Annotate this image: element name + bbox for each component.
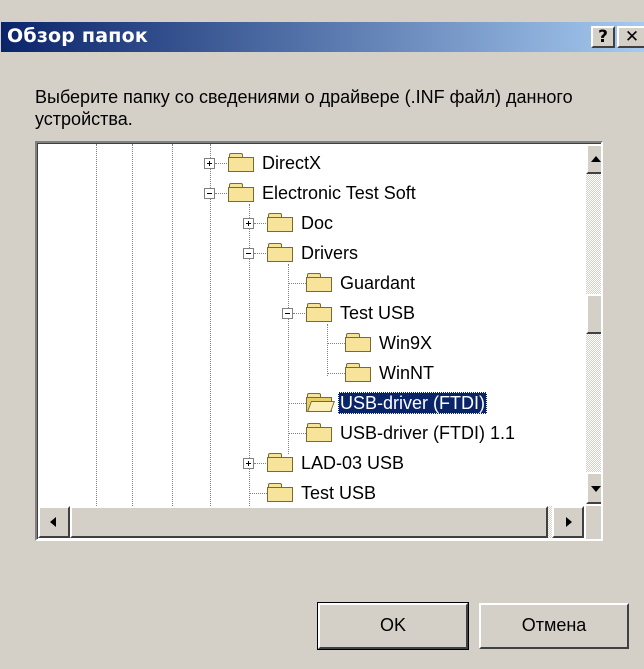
ok-button[interactable]: OK — [317, 602, 469, 650]
tree-item-label[interactable]: Test USB — [340, 302, 415, 324]
tree-branch-line — [249, 493, 267, 494]
tree-item-label[interactable]: DirectX — [262, 152, 321, 174]
folder-icon — [228, 153, 256, 173]
tree-guide-line — [132, 144, 133, 506]
tree-branch-line — [215, 163, 227, 164]
folder-tree[interactable]: DirectX Electronic Test Soft Doc Drivers… — [35, 141, 603, 541]
folder-icon — [306, 423, 334, 443]
tree-branch-line — [293, 313, 305, 314]
left-arrow-icon — [50, 517, 56, 527]
tree-item-label[interactable]: Electronic Test Soft — [262, 182, 416, 204]
tree-item-label[interactable]: Doc — [301, 212, 333, 234]
folder-icon — [267, 483, 295, 503]
scroll-right-button[interactable] — [552, 506, 584, 538]
tree-branch-line — [288, 433, 306, 434]
tree-item-label[interactable]: USB-driver (FTDI) 1.1 — [340, 422, 515, 444]
collapse-icon[interactable] — [204, 188, 215, 199]
tree-branch-line — [254, 223, 266, 224]
tree-branch-line — [254, 253, 266, 254]
folder-icon — [306, 273, 334, 293]
tree-item-label[interactable]: Drivers — [301, 242, 358, 264]
help-button[interactable]: ? — [591, 26, 615, 48]
open-folder-icon — [306, 393, 336, 413]
tree-branch-line — [288, 403, 306, 404]
down-arrow-icon — [591, 486, 601, 492]
scrollbar-corner — [586, 506, 601, 539]
horizontal-scrollbar[interactable] — [38, 506, 584, 538]
tree-item-label[interactable]: WinNT — [379, 362, 434, 384]
tree-branch-line — [327, 373, 345, 374]
tree-guide-line — [172, 144, 173, 506]
right-arrow-icon — [566, 517, 572, 527]
scroll-down-button[interactable] — [586, 472, 601, 504]
tree-branch-line — [254, 463, 266, 464]
tree-branch-line — [327, 343, 345, 344]
scroll-thumb[interactable] — [586, 294, 601, 334]
folder-icon — [345, 333, 373, 353]
folder-icon — [345, 363, 373, 383]
tree-item-label-selected[interactable]: USB-driver (FTDI) — [338, 392, 487, 414]
folder-icon — [267, 453, 295, 473]
up-arrow-icon — [591, 156, 601, 162]
tree-guide-line — [288, 264, 289, 454]
scroll-left-button[interactable] — [38, 506, 70, 538]
tree-item-label[interactable]: Guardant — [340, 272, 415, 294]
instruction-text: Выберите папку со сведениями о драйвере … — [35, 87, 573, 129]
folder-icon — [306, 303, 334, 323]
cancel-button[interactable]: Отмена — [479, 603, 629, 649]
tree-item-label[interactable]: Test USB — [301, 482, 376, 504]
horizontal-scroll-thumb[interactable] — [70, 506, 548, 538]
expand-icon[interactable] — [243, 458, 254, 469]
scroll-up-button[interactable] — [586, 144, 601, 174]
folder-icon — [267, 243, 295, 263]
close-button[interactable]: ✕ — [617, 26, 644, 48]
tree-branch-line — [215, 193, 227, 194]
browse-folder-dialog: Обзор папок ? ✕ Выберите папку со сведен… — [0, 0, 644, 669]
collapse-icon[interactable] — [282, 308, 293, 319]
expand-icon[interactable] — [204, 158, 215, 169]
tree-item-label[interactable]: Win9X — [379, 332, 432, 354]
window-title: Обзор папок — [7, 25, 148, 47]
tree-branch-line — [288, 283, 306, 284]
collapse-icon[interactable] — [243, 248, 254, 259]
vertical-scrollbar[interactable] — [586, 144, 601, 504]
tree-item-label[interactable]: LAD-03 USB — [301, 452, 404, 474]
expand-icon[interactable] — [243, 218, 254, 229]
folder-icon — [267, 213, 295, 233]
folder-icon — [228, 183, 256, 203]
title-bar[interactable]: Обзор папок ? ✕ — [1, 22, 644, 52]
tree-guide-line — [327, 324, 328, 376]
tree-guide-line — [96, 144, 97, 506]
